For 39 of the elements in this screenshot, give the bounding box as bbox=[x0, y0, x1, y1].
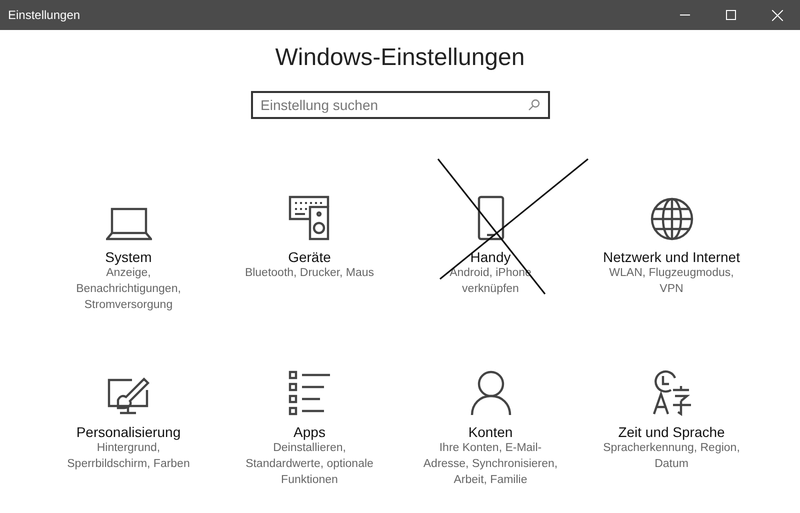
category-description: VPN bbox=[660, 282, 684, 297]
category-title[interactable]: Personalisierung bbox=[76, 424, 181, 440]
category-description: Stromversorgung bbox=[84, 298, 173, 313]
category-title[interactable]: System bbox=[105, 249, 152, 265]
category-description: Standardwerte, optionale bbox=[246, 457, 374, 472]
monitor-with-brush-icon bbox=[106, 376, 152, 416]
keyboard-and-speaker-icon bbox=[288, 195, 332, 241]
category-description: Arbeit, Familie bbox=[454, 473, 528, 488]
category-description: Benachrichtigungen, bbox=[76, 282, 181, 297]
list-icon bbox=[288, 370, 332, 416]
category-title[interactable]: Zeit und Sprache bbox=[618, 424, 725, 440]
laptop-icon bbox=[106, 207, 152, 241]
category-description: Anzeige, bbox=[106, 266, 151, 281]
search-field[interactable]: Einstellung suchen bbox=[250, 91, 550, 119]
close-icon bbox=[772, 10, 782, 20]
category-description: Sperrbildschirm, Farben bbox=[67, 457, 190, 472]
category-description: Datum bbox=[654, 457, 688, 472]
category-title[interactable]: Konten bbox=[468, 424, 513, 440]
category-description: Adresse, Synchronisieren, bbox=[423, 457, 558, 472]
clock-and-letters-icon bbox=[650, 370, 692, 416]
maximize-icon bbox=[726, 10, 736, 20]
search-icon bbox=[528, 99, 540, 111]
category-description: Deinstallieren, bbox=[273, 441, 346, 456]
globe-icon bbox=[650, 197, 694, 241]
window-title: Einstellungen bbox=[8, 8, 80, 22]
category-description: WLAN, Flugzeugmodus, bbox=[609, 266, 734, 281]
category-description: Ihre Konten, E-Mail- bbox=[439, 441, 542, 456]
category-title[interactable]: Apps bbox=[294, 424, 326, 440]
category-description: verknüpfen bbox=[462, 282, 519, 297]
person-icon bbox=[470, 370, 512, 416]
phone-icon bbox=[476, 195, 504, 241]
category-title[interactable]: Netzwerk und Internet bbox=[603, 249, 740, 265]
page-heading: Windows-Einstellungen bbox=[275, 44, 525, 72]
category-description: Bluetooth, Drucker, Maus bbox=[244, 266, 374, 281]
category-description: Spracherkennung, Region, bbox=[603, 441, 740, 456]
category-title[interactable]: Geräte bbox=[288, 249, 331, 265]
category-description: Funktionen bbox=[281, 473, 338, 488]
category-title[interactable]: Handy bbox=[470, 249, 511, 265]
category-description: Hintergrund, bbox=[96, 441, 160, 456]
